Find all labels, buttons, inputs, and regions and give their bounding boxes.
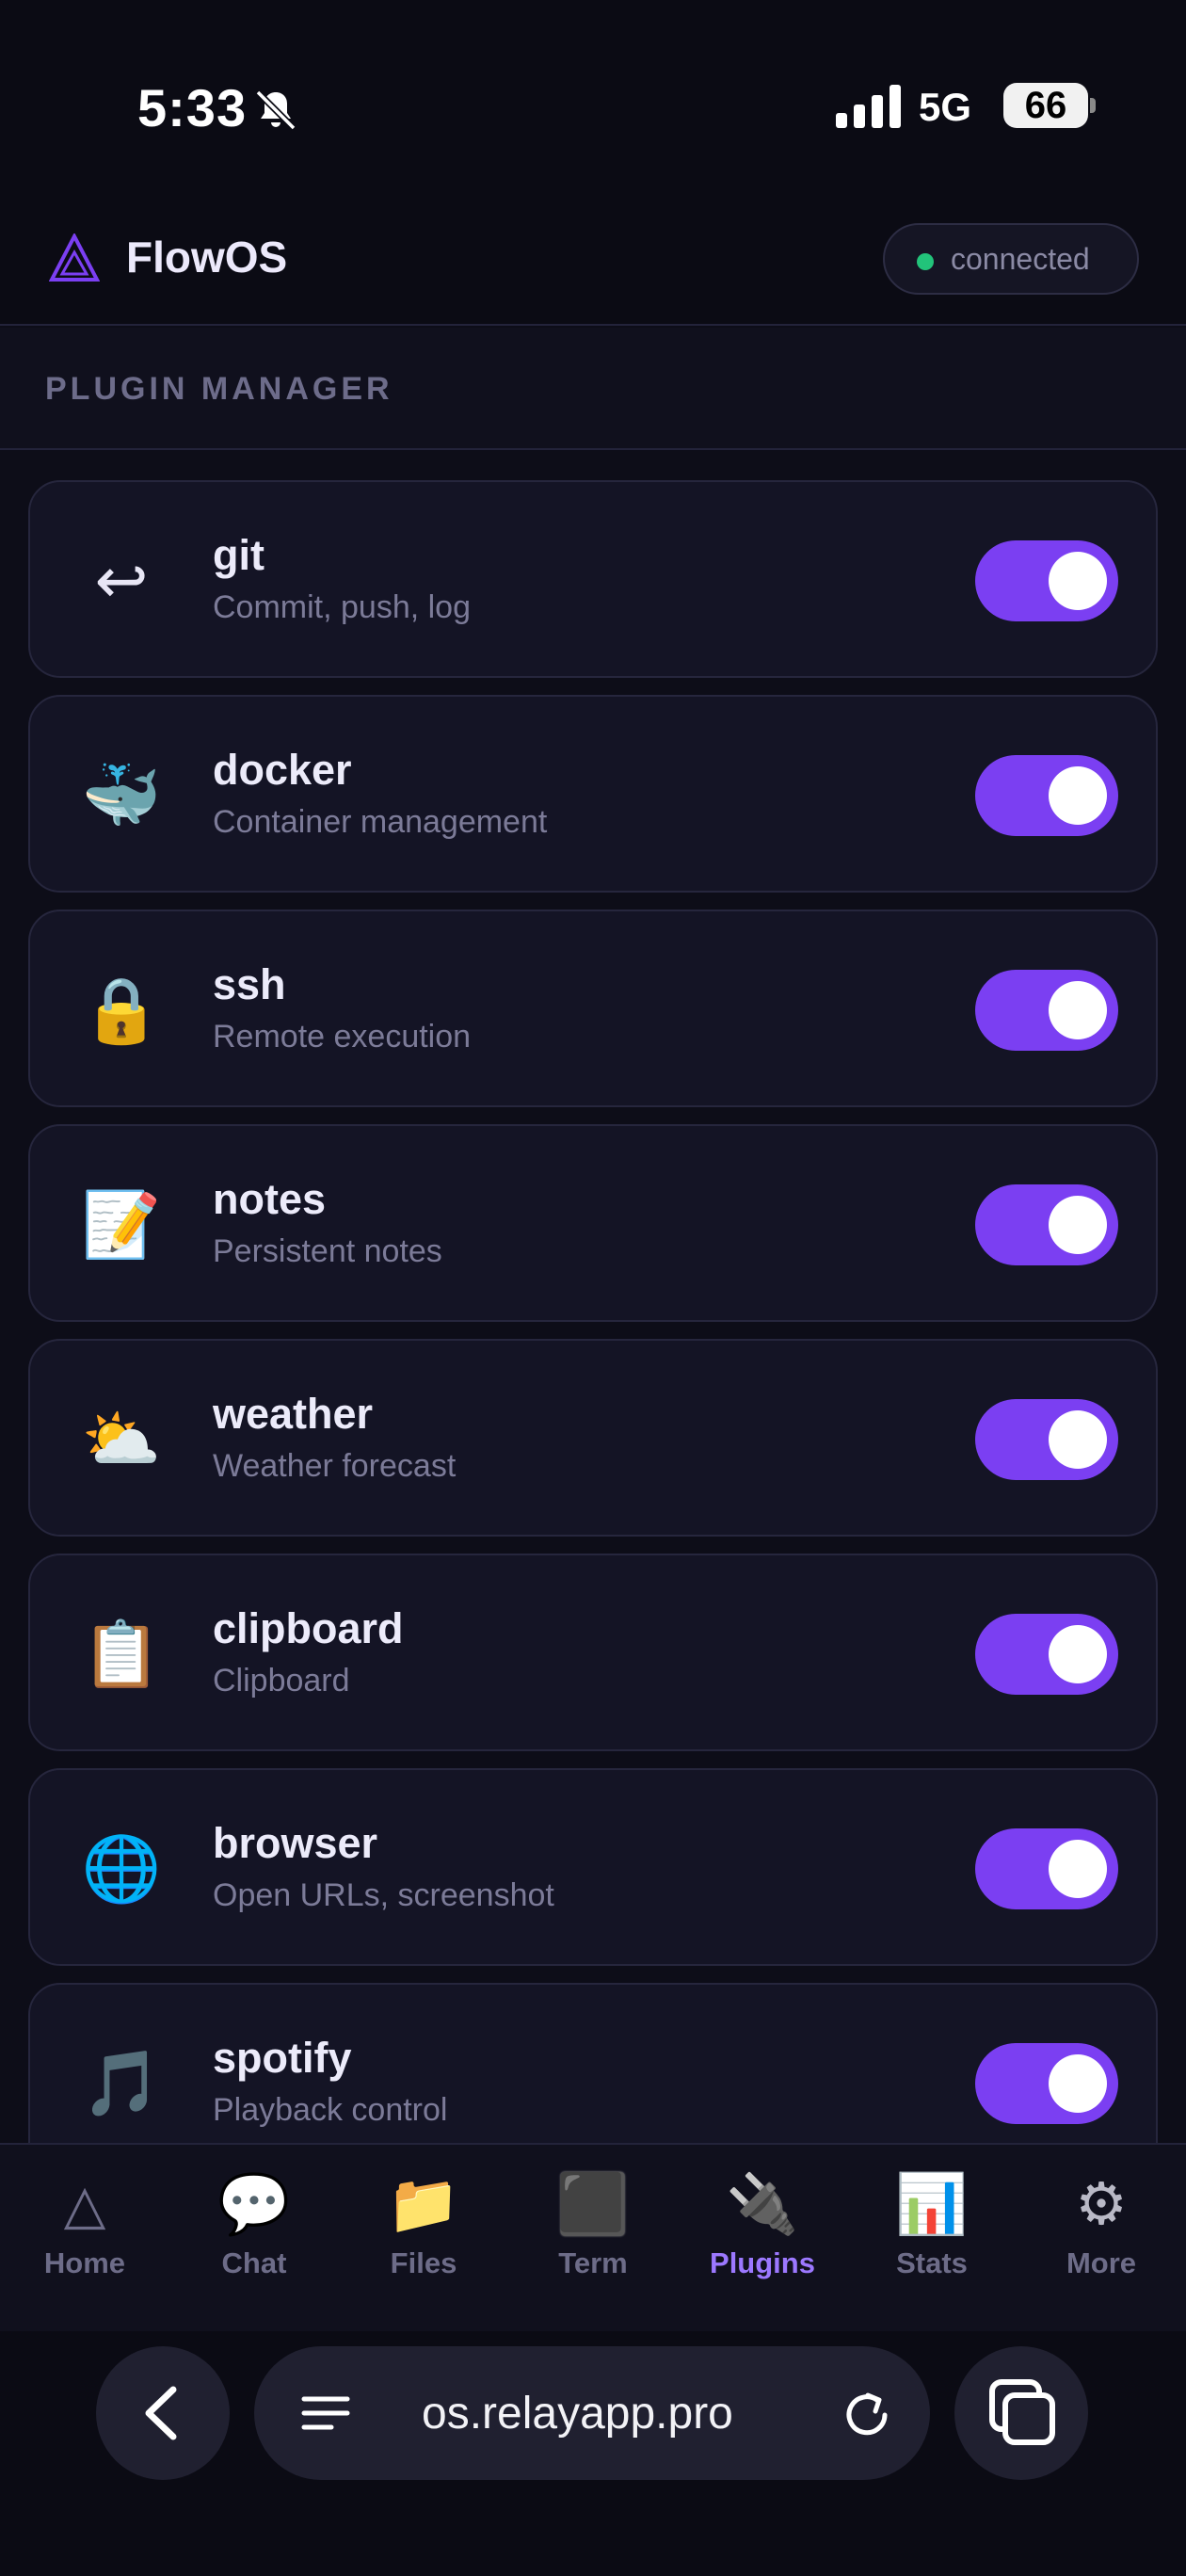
plugin-description: Commit, push, log bbox=[213, 589, 471, 625]
tab-stats[interactable]: 📊 Stats bbox=[847, 2145, 1017, 2333]
plugin-name: spotify bbox=[213, 2034, 352, 2082]
battery-nub bbox=[1090, 98, 1096, 113]
address-bar[interactable]: os.relayapp.pro bbox=[254, 2346, 930, 2480]
toggle-knob bbox=[1049, 1196, 1107, 1254]
plugin-list[interactable]: ↩ git Commit, push, log 🐳 docker Contain… bbox=[0, 450, 1186, 2143]
status-time: 5:33 bbox=[137, 78, 248, 137]
plugin-card-docker: 🐳 docker Container management bbox=[28, 695, 1158, 893]
plugin-card-git: ↩ git Commit, push, log bbox=[28, 480, 1158, 678]
tab-term[interactable]: ⬛ Term bbox=[508, 2145, 678, 2333]
plugin-name: browser bbox=[213, 1819, 378, 1867]
return-arrow-icon: ↩ bbox=[94, 545, 149, 617]
plugin-toggle-clipboard[interactable] bbox=[975, 1614, 1118, 1695]
clipboard-icon: 📋 bbox=[81, 1618, 162, 1690]
toggle-knob bbox=[1049, 1625, 1107, 1683]
plugin-toggle-git[interactable] bbox=[975, 540, 1118, 621]
tab-home[interactable]: △ Home bbox=[0, 2145, 169, 2333]
toggle-knob bbox=[1049, 1840, 1107, 1898]
tab-label: More bbox=[1066, 2246, 1137, 2279]
toggle-knob bbox=[1049, 2054, 1107, 2113]
tab-plugins[interactable]: 🔌 Plugins bbox=[678, 2145, 847, 2333]
home-triangle-icon: △ bbox=[63, 2174, 106, 2235]
terminal-icon: ⬛ bbox=[556, 2172, 630, 2237]
signal-icon bbox=[836, 85, 901, 128]
plugin-description: Remote execution bbox=[213, 1019, 472, 1055]
plugin-card-browser: 🌐 browser Open URLs, screenshot bbox=[28, 1768, 1158, 1966]
plugin-card-spotify: 🎵 spotify Playback control bbox=[28, 1983, 1158, 2143]
tab-label: Files bbox=[390, 2246, 457, 2279]
tabs-icon bbox=[989, 2379, 1055, 2445]
plugin-toggle-spotify[interactable] bbox=[975, 2043, 1118, 2124]
chevron-left-icon bbox=[145, 2386, 177, 2440]
sun-cloud-icon: ⛅ bbox=[81, 1404, 162, 1475]
tab-files[interactable]: 📁 Files bbox=[339, 2145, 508, 2333]
chat-bubble-icon: 💬 bbox=[217, 2172, 291, 2237]
reload-icon[interactable] bbox=[840, 2386, 894, 2440]
section-title: PLUGIN MANAGER bbox=[45, 371, 393, 407]
bell-muted-icon bbox=[255, 89, 296, 131]
app-header: FlowOS connected bbox=[0, 188, 1186, 326]
connection-status-badge: connected bbox=[883, 223, 1139, 295]
memo-icon: 📝 bbox=[81, 1189, 162, 1261]
status-dot-icon bbox=[917, 253, 934, 270]
toggle-knob bbox=[1049, 1410, 1107, 1469]
url-text[interactable]: os.relayapp.pro bbox=[422, 2388, 733, 2439]
plugin-description: Container management bbox=[213, 804, 548, 840]
toggle-knob bbox=[1049, 766, 1107, 825]
bar-chart-icon: 📊 bbox=[895, 2172, 969, 2237]
app-title: FlowOS bbox=[126, 233, 288, 282]
music-note-icon: 🎵 bbox=[81, 2048, 162, 2119]
plugin-toggle-notes[interactable] bbox=[975, 1184, 1118, 1265]
plugin-description: Open URLs, screenshot bbox=[213, 1877, 554, 1913]
tabs-overview-button[interactable] bbox=[954, 2346, 1088, 2480]
tab-label: Chat bbox=[221, 2246, 287, 2279]
connection-status-text: connected bbox=[951, 242, 1090, 276]
whale-icon: 🐳 bbox=[81, 760, 162, 831]
tab-label: Term bbox=[558, 2246, 628, 2279]
plugin-description: Clipboard bbox=[213, 1663, 350, 1699]
tab-label: Home bbox=[43, 2246, 126, 2279]
tab-label: Stats bbox=[896, 2246, 968, 2279]
gear-icon: ⚙ bbox=[1075, 2172, 1128, 2237]
plugin-card-clipboard: 📋 clipboard Clipboard bbox=[28, 1554, 1158, 1751]
tab-chat[interactable]: 💬 Chat bbox=[169, 2145, 339, 2333]
plugin-name: clipboard bbox=[213, 1604, 404, 1652]
network-label: 5G bbox=[919, 85, 972, 129]
plugin-toggle-weather[interactable] bbox=[975, 1399, 1118, 1480]
tab-label: Plugins bbox=[710, 2246, 815, 2279]
browser-toolbar: os.relayapp.pro bbox=[0, 2331, 1186, 2576]
battery-indicator: 66 bbox=[1003, 83, 1088, 128]
plugin-name: weather bbox=[213, 1390, 374, 1438]
toggle-knob bbox=[1049, 981, 1107, 1039]
toggle-knob bbox=[1049, 552, 1107, 610]
plugin-name: ssh bbox=[213, 960, 286, 1008]
plugin-name: docker bbox=[213, 746, 352, 794]
plugin-description: Persistent notes bbox=[213, 1233, 442, 1269]
menu-lines-icon[interactable] bbox=[301, 2391, 350, 2435]
status-bar: 5:33 5G 66 bbox=[0, 0, 1186, 188]
plugin-card-notes: 📝 notes Persistent notes bbox=[28, 1124, 1158, 1322]
folder-icon: 📁 bbox=[387, 2172, 460, 2237]
plugin-toggle-browser[interactable] bbox=[975, 1828, 1118, 1909]
globe-icon: 🌐 bbox=[81, 1833, 162, 1905]
tab-more[interactable]: ⚙ More bbox=[1017, 2145, 1186, 2333]
plugin-toggle-ssh[interactable] bbox=[975, 970, 1118, 1051]
plugin-description: Playback control bbox=[213, 2092, 448, 2128]
plugin-card-ssh: 🔒 ssh Remote execution bbox=[28, 910, 1158, 1107]
plugin-card-weather: ⛅ weather Weather forecast bbox=[28, 1339, 1158, 1537]
back-button[interactable] bbox=[96, 2346, 230, 2480]
lock-icon: 🔒 bbox=[81, 974, 162, 1046]
plugin-name: git bbox=[213, 531, 264, 579]
plugin-description: Weather forecast bbox=[213, 1448, 457, 1484]
triangle-logo-icon bbox=[49, 233, 100, 282]
plug-icon: 🔌 bbox=[726, 2172, 799, 2237]
section-header: PLUGIN MANAGER bbox=[0, 328, 1186, 450]
plugin-toggle-docker[interactable] bbox=[975, 755, 1118, 836]
bottom-tab-bar: △ Home 💬 Chat 📁 Files ⬛ Term 🔌 Plugins 📊… bbox=[0, 2143, 1186, 2331]
plugin-name: notes bbox=[213, 1175, 327, 1223]
